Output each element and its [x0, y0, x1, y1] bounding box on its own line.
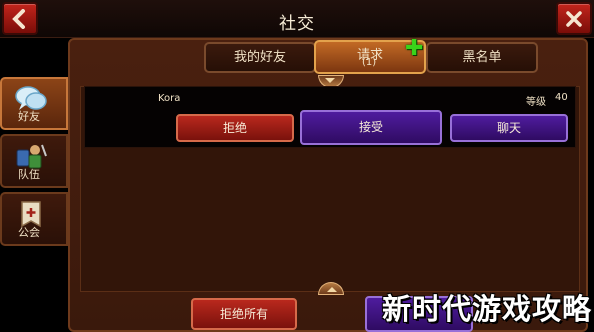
- sidebar-label-friends: 好友: [18, 110, 40, 123]
- level-label: 等级: [526, 97, 546, 108]
- watermark-text: 新时代游戏攻略: [382, 292, 593, 326]
- accept-button[interactable]: 接受: [300, 110, 442, 145]
- tab-blacklist[interactable]: 黑名单: [426, 42, 538, 73]
- plus-icon: ✚: [405, 36, 424, 61]
- sidebar-item-guild[interactable]: 公会: [0, 192, 68, 246]
- close-icon: [566, 10, 582, 27]
- top-bar: 社交: [0, 0, 594, 38]
- request-count: (1): [362, 57, 377, 68]
- chat-button[interactable]: 聊天: [450, 114, 568, 142]
- reject-button[interactable]: 拒绝: [176, 114, 294, 142]
- page-title: 社交: [279, 14, 315, 34]
- player-name: Kora: [158, 93, 181, 104]
- sidebar-item-friends[interactable]: 好友: [0, 77, 68, 130]
- sidebar-item-party[interactable]: 队伍: [0, 134, 68, 188]
- reject-all-button[interactable]: 拒绝所有: [191, 298, 297, 330]
- close-button[interactable]: [556, 2, 592, 35]
- sidebar-label-guild: 公会: [18, 226, 40, 239]
- tab-my-friends[interactable]: 我的好友: [204, 42, 316, 73]
- level-value: 40: [555, 92, 568, 103]
- sidebar-label-party: 队伍: [18, 168, 40, 181]
